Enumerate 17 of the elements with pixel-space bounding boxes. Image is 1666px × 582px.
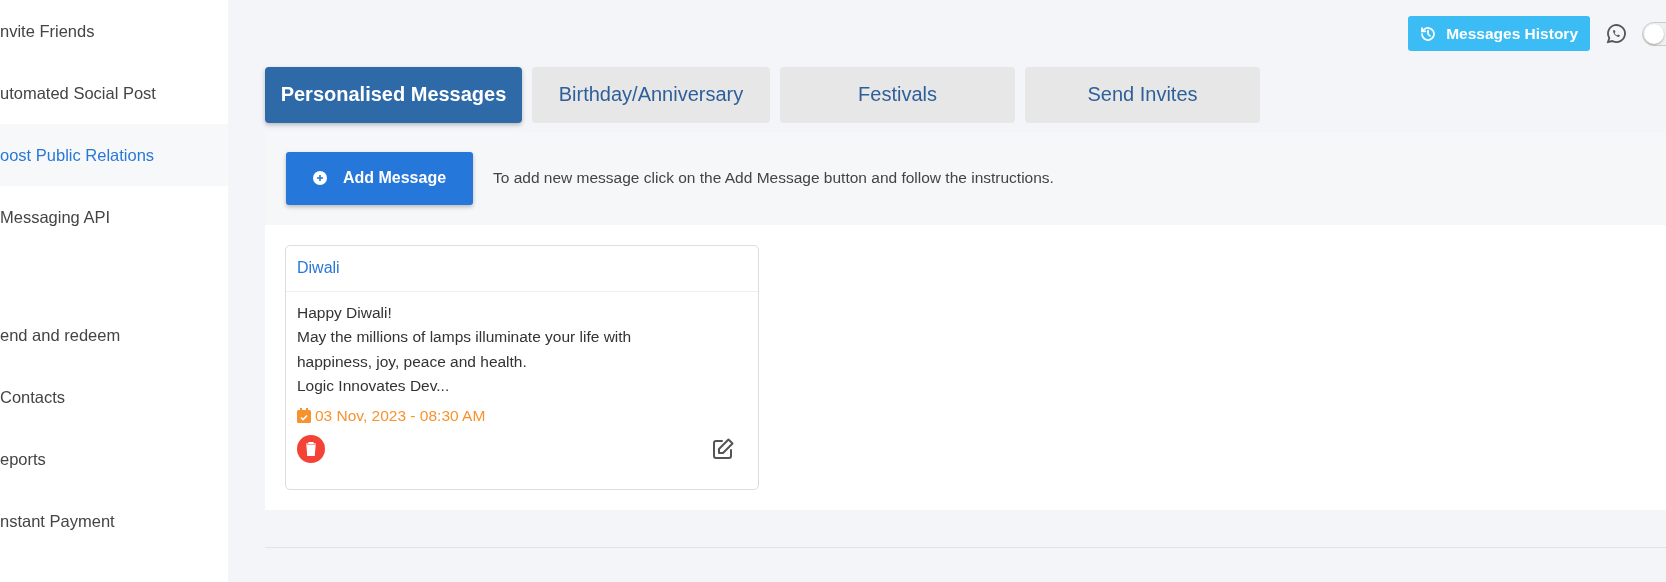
message-text: May the millions of lamps illuminate your life with happiness, joy, peace and health.	[297, 327, 633, 372]
tab[interactable]: Personalised Messages	[265, 66, 522, 123]
message-text: Logic Innovates Dev...	[297, 376, 451, 397]
tab[interactable]: Festivals	[780, 66, 1015, 123]
tab[interactable]: Birthday/Anniversary	[532, 66, 770, 123]
tab[interactable]: Send Invites	[1025, 66, 1260, 123]
message-title: Diwali	[286, 245, 758, 292]
plus-circle-icon	[312, 171, 327, 186]
add-message-button[interactable]: Add Message	[286, 151, 473, 205]
message-date: 03 Nov, 2023 - 08:30 AM	[315, 406, 486, 425]
trash-icon[interactable]	[297, 434, 325, 463]
edit-icon[interactable]	[711, 436, 735, 461]
instruction-text: To add new message click on the Add Message button and follow the instructions.	[493, 169, 1054, 188]
message-text: Happy Diwali!	[297, 302, 393, 323]
calendar-check-icon	[297, 408, 311, 424]
history-icon	[1420, 25, 1437, 42]
sidebar-item[interactable]: oost Public Relations	[0, 124, 228, 186]
